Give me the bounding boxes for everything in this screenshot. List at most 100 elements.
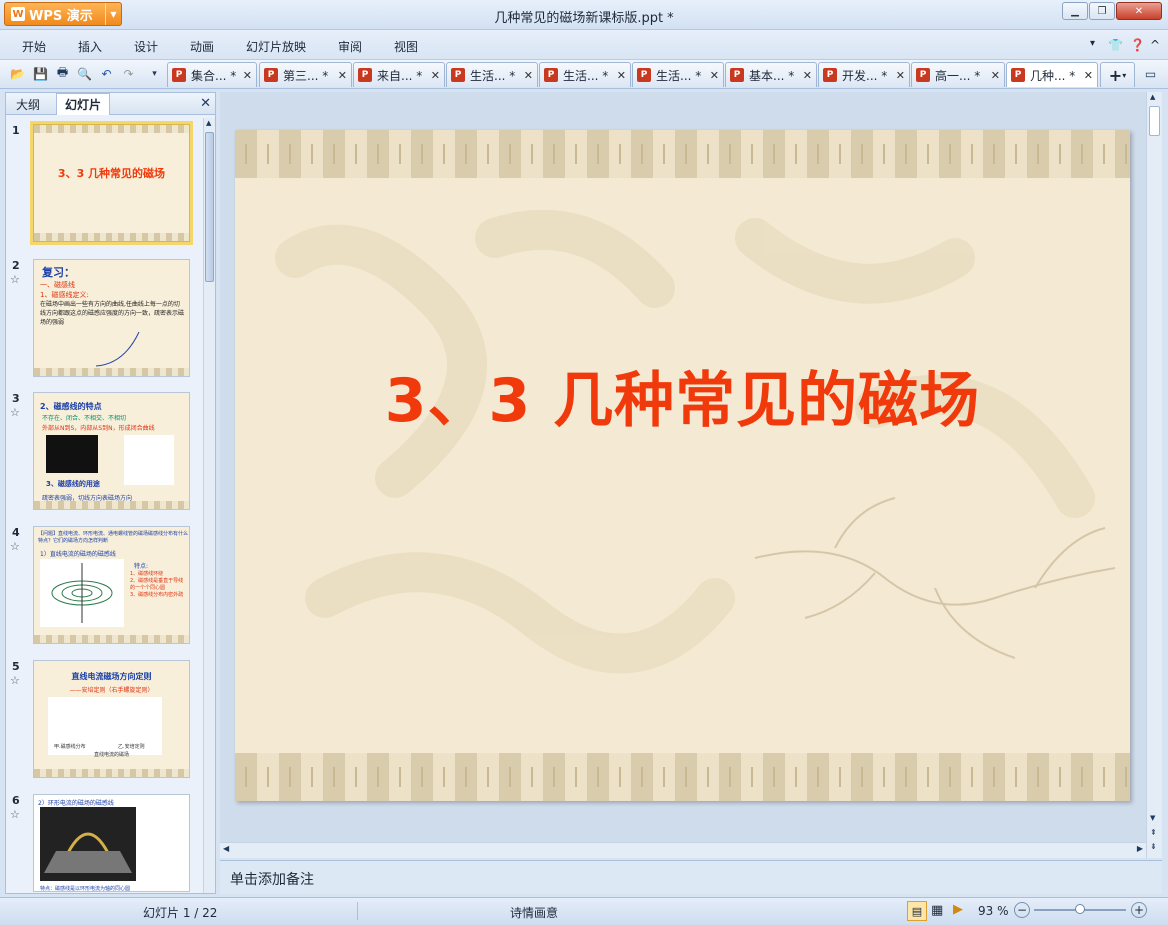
scroll-thumb[interactable] <box>205 132 214 282</box>
scroll-up-icon[interactable]: ▲ <box>1150 93 1155 101</box>
doc-tab[interactable]: P 开发... * ✕ <box>818 62 910 87</box>
slide-thumbnail-6[interactable]: 2）环形电流的磁场的磁感线 特点：磁感线是以环形电流为轴的同心圆 <box>33 794 190 892</box>
print-icon[interactable]: 🖶 <box>54 65 71 82</box>
star-icon: ☆ <box>10 674 20 687</box>
scroll-down-icon[interactable]: ▼ <box>1150 814 1155 822</box>
tab-outline[interactable]: 大纲 <box>8 93 48 115</box>
doc-tab[interactable]: P 基本... * ✕ <box>725 62 817 87</box>
panel-scrollbar[interactable]: ▲ <box>203 118 215 893</box>
thumb-line: 疏密表强弱，切线方向表磁场方向 <box>42 495 133 502</box>
normal-view-icon[interactable]: ▤ <box>907 901 927 921</box>
tab-slides[interactable]: 幻灯片 <box>56 93 111 115</box>
doc-tab[interactable]: P 第三... * ✕ <box>259 62 352 87</box>
menu-insert[interactable]: 插入 <box>78 38 102 55</box>
zoom-slider[interactable] <box>1034 904 1126 914</box>
slideshow-icon[interactable]: ▶ <box>953 902 963 917</box>
previous-slide-icon[interactable]: ⇞ <box>1150 828 1157 837</box>
current-slide[interactable]: 3、3 几种常见的磁场 <box>235 130 1130 801</box>
doc-tab-label: 基本... * <box>749 68 795 83</box>
close-icon[interactable]: ✕ <box>518 69 533 82</box>
close-icon[interactable]: ✕ <box>200 96 211 111</box>
doc-tab[interactable]: P 生活... * ✕ <box>446 62 538 87</box>
customize-toolbar-icon[interactable]: ▾ <box>146 65 163 82</box>
doc-tab-label: 第三... * <box>283 68 329 83</box>
doc-tab[interactable]: P 生活... * ✕ <box>632 62 724 87</box>
thumb-line: 特点：磁感线是以环形电流为轴的同心圆 <box>40 886 131 892</box>
help-icon[interactable]: ❓ <box>1130 38 1145 52</box>
menu-slideshow[interactable]: 幻灯片放映 <box>246 38 306 55</box>
close-icon[interactable]: ✕ <box>704 69 719 82</box>
editor-horizontal-scrollbar[interactable]: ◀ ▶ <box>220 842 1146 858</box>
zoom-slider-knob[interactable] <box>1075 904 1085 914</box>
thumb-title: 直线电流磁场方向定则 <box>71 672 152 681</box>
doc-tab-active[interactable]: P 几种... * ✕ <box>1006 62 1098 87</box>
skin-icon[interactable]: 👕 <box>1108 38 1123 52</box>
menu-animation[interactable]: 动画 <box>190 38 214 55</box>
slide-sorter-icon[interactable]: ▦ <box>931 903 943 918</box>
close-window-button[interactable]: ✕ <box>1116 2 1162 20</box>
slide-thumbnail-1[interactable]: 3、3 几种常见的磁场 <box>30 121 193 245</box>
menu-view[interactable]: 视图 <box>394 38 418 55</box>
close-icon[interactable]: ✕ <box>1078 69 1093 82</box>
doc-tab[interactable]: P 生活... * ✕ <box>539 62 631 87</box>
horseshoe-magnet-image <box>124 435 174 485</box>
slide-title[interactable]: 3、3 几种常见的磁场 <box>235 352 1130 439</box>
next-slide-icon[interactable]: ⇟ <box>1150 842 1157 851</box>
close-icon[interactable]: ✕ <box>611 69 626 82</box>
doc-tab[interactable]: P 集合... * ✕ <box>167 62 257 87</box>
close-icon[interactable]: ✕ <box>425 69 440 82</box>
menu-home[interactable]: 开始 <box>22 38 46 55</box>
save-icon[interactable]: 💾 <box>32 65 49 82</box>
thumb-line: ——安培定则（右手螺旋定则） <box>69 687 154 694</box>
editor-vertical-scrollbar[interactable]: ▲ ▼ ⇞ ⇟ <box>1146 92 1162 858</box>
thumb-number: 1 <box>12 124 20 137</box>
menu-design[interactable]: 设计 <box>134 38 158 55</box>
ribbon-toggle-icon[interactable]: ^ <box>1150 38 1160 52</box>
minimize-button[interactable]: ▁ <box>1062 2 1088 20</box>
menu-review[interactable]: 审阅 <box>338 38 362 55</box>
tab-list-icon[interactable]: ▭ <box>1142 65 1159 82</box>
field-line-diagram <box>95 331 140 367</box>
zoom-out-button[interactable]: − <box>1014 902 1030 918</box>
slide-thumbnail-2[interactable]: 复习： 一、磁感线 1、磁感线定义: 在磁场中画出一些有方向的曲线,任曲线上每一… <box>33 259 190 377</box>
menu-bar: 开始 插入 设计 动画 幻灯片放映 审阅 视图 ▾ 👕 ❓ ^ <box>0 30 1168 60</box>
thumb-line: 3、磁感线分布内密外疏 <box>130 592 184 598</box>
scroll-thumb[interactable] <box>1149 106 1160 136</box>
close-icon[interactable]: ✕ <box>332 69 347 82</box>
zoom-level: 93 % <box>978 904 1009 918</box>
thumb-line: 1、磁感线定义: <box>40 291 89 299</box>
ppt-file-icon: P <box>544 68 558 82</box>
maximize-button[interactable]: ❐ <box>1089 2 1115 20</box>
doc-tab[interactable]: P 来自... * ✕ <box>353 62 445 87</box>
ppt-file-icon: P <box>637 68 651 82</box>
status-bar: 幻灯片 1 / 22 诗情画意 ▤ ▦ ▶ 93 % − + <box>0 897 1168 925</box>
doc-tab-label: 生活... * <box>656 68 702 83</box>
wire-field-image <box>40 559 124 627</box>
chevron-down-icon[interactable]: ▾ <box>1090 38 1095 49</box>
close-icon[interactable]: ✕ <box>237 69 252 82</box>
scroll-up-icon[interactable]: ▲ <box>206 119 211 127</box>
thumb-line: 3、磁感线的用途 <box>46 480 100 488</box>
zoom-in-button[interactable]: + <box>1131 902 1147 918</box>
close-icon[interactable]: ✕ <box>985 69 1000 82</box>
slide-thumbnail-4[interactable]: 【问题】直线电流、环形电流、通电螺线管的磁场磁感线分布有什么特点？它们的磁场方向… <box>33 526 190 644</box>
open-icon[interactable]: 📂 <box>9 65 26 82</box>
notes-pane[interactable]: 单击添加备注 <box>220 860 1162 894</box>
undo-icon[interactable]: ↶ <box>98 65 115 82</box>
scroll-right-icon[interactable]: ▶ <box>1137 844 1143 853</box>
doc-tab[interactable]: P 高一... * ✕ <box>911 62 1005 87</box>
redo-icon[interactable]: ↷ <box>120 65 137 82</box>
scroll-left-icon[interactable]: ◀ <box>223 844 229 853</box>
close-icon[interactable]: ✕ <box>890 69 905 82</box>
ppt-file-icon: P <box>1011 68 1025 82</box>
chevron-down-icon[interactable]: ▾ <box>1122 71 1126 80</box>
divider <box>357 902 358 920</box>
close-icon[interactable]: ✕ <box>797 69 812 82</box>
magnet-image <box>46 435 98 473</box>
star-icon: ☆ <box>10 540 20 553</box>
decorative-border-top <box>235 130 1130 178</box>
print-preview-icon[interactable]: 🔍 <box>76 65 93 82</box>
new-tab-button[interactable]: + ▾ <box>1100 62 1135 87</box>
slide-thumbnail-5[interactable]: 直线电流磁场方向定则 ——安培定则（右手螺旋定则） 甲.磁感线分布 乙.安培定则… <box>33 660 190 778</box>
slide-thumbnail-3[interactable]: 2、磁感线的特点 不存在、闭合、不相交、不相切 外部从N到S，内部从S到N，形成… <box>33 392 190 510</box>
